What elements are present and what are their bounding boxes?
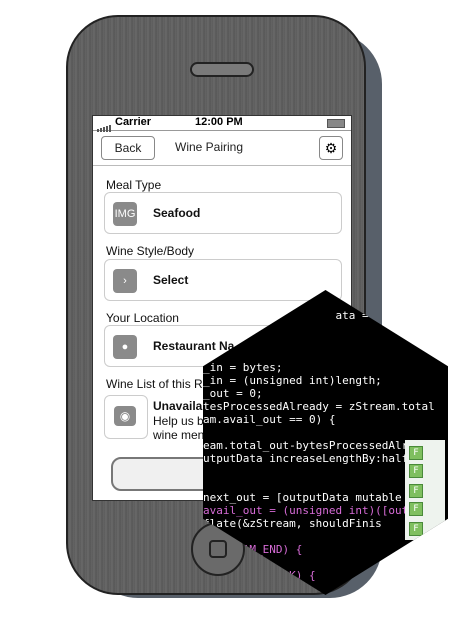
file-icon: F [409,502,423,516]
camera-button[interactable]: ◉ [104,395,148,439]
meal-type-label: Meal Type [106,178,162,192]
navigation-bar: Back Wine Pairing ⚙ [93,131,351,166]
carrier-label: Carrier [115,116,152,128]
wine-list-description-line: wine menu [153,428,212,442]
camera-icon: ◉ [114,406,136,426]
file-icon: F [409,484,423,498]
file-list-panel: F F F F F [405,440,445,540]
meal-type-row[interactable]: IMG Seafood [104,192,342,234]
image-placeholder-icon: IMG [113,202,137,226]
speaker-slot [190,62,254,77]
location-pin-icon: ● [113,335,137,359]
wine-list-description: Help us by wine menu [153,414,211,442]
battery-icon [327,119,345,128]
code-line: tesProcessedAlready = zStream.total [203,400,435,413]
wine-list-description-line: Help us by [153,414,210,428]
wine-style-value: Select [153,273,189,287]
wine-list-status: Unavailab [153,399,210,413]
location-label: Your Location [106,311,179,325]
wine-list-label: Wine List of this Re [106,377,210,391]
code-line: next_out = [outputData mutable [203,491,402,504]
clock: 12:00 PM [195,116,243,128]
code-line: _in = bytes; [203,361,283,374]
code-line: utputData increaseLengthBy:halfL [203,452,415,465]
wine-style-label: Wine Style/Body [106,244,195,258]
chevron-right-icon: › [113,269,137,293]
home-square-icon [209,540,227,558]
code-line: eam.total_out-bytesProcessedAlr [203,439,409,452]
meal-type-value: Seafood [153,206,201,220]
code-line: _out = 0; [203,387,263,400]
file-icon: F [409,464,423,478]
wine-style-row[interactable]: › Select [104,259,342,301]
back-button[interactable]: Back [101,136,155,160]
file-icon: F [409,522,423,536]
code-line: am.avail_out == 0) { [203,413,336,426]
file-icon: F [409,446,423,460]
status-bar: Carrier 12:00 PM [93,116,351,132]
code-line: _in = (unsigned int)length; [203,374,382,387]
code-line: flate(&zStream, shouldFinis [203,517,382,530]
gear-icon[interactable]: ⚙ [319,136,343,160]
code-line: avail_out = (unsigned int)([out [203,504,409,517]
location-value: Restaurant Na [153,339,235,353]
page-title: Wine Pairing [175,140,244,154]
